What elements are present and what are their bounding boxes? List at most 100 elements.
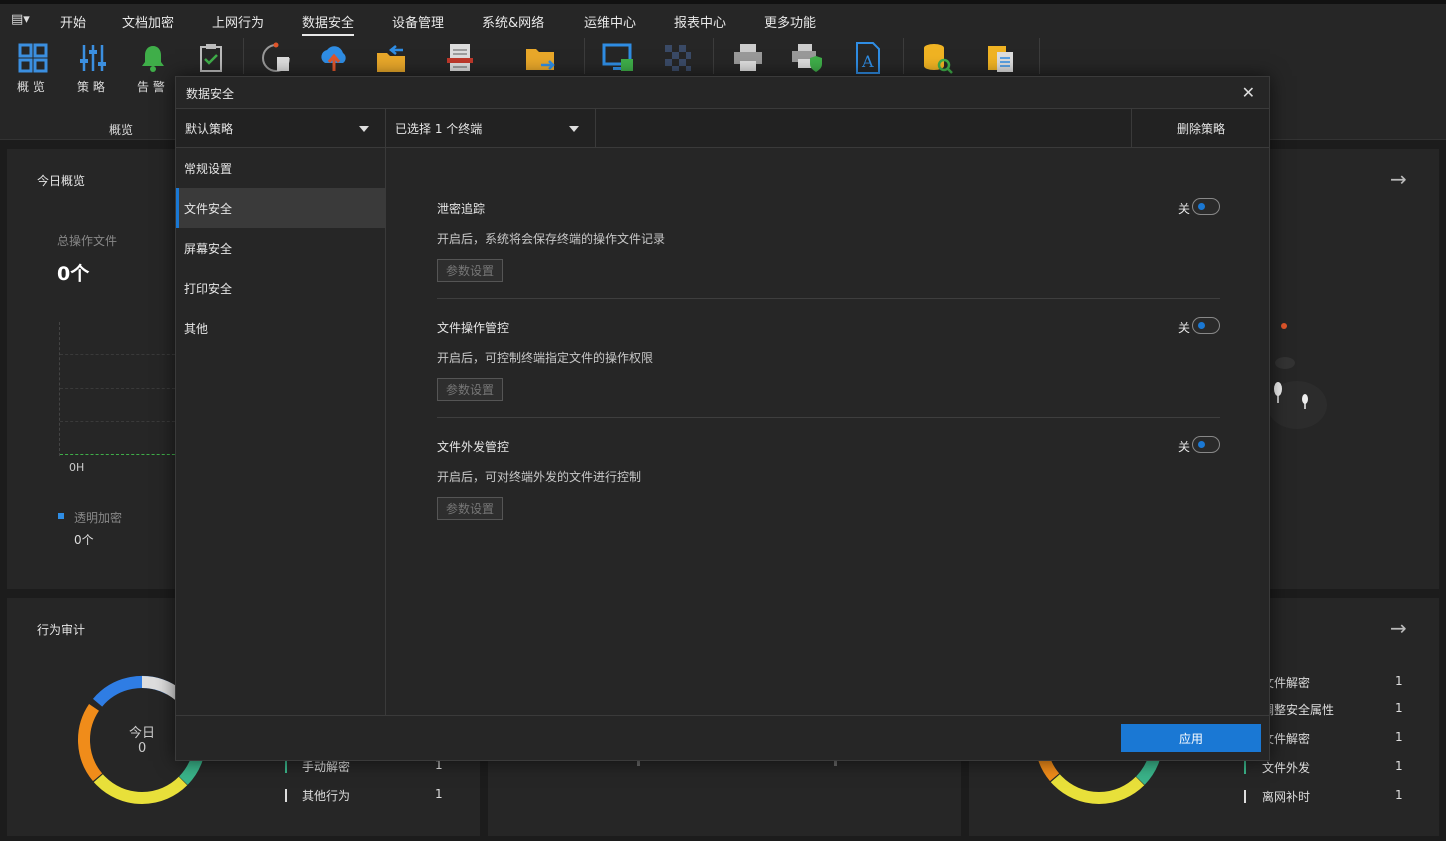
bell-icon	[142, 46, 164, 72]
leak-tracking-toggle[interactable]	[1192, 198, 1220, 215]
parameter-settings-button[interactable]: 参数设置	[437, 378, 504, 401]
policy-tool[interactable]	[73, 40, 113, 76]
menu-report-center[interactable]: 报表中心	[674, 12, 726, 31]
toggle-state-label: 关	[1177, 202, 1190, 216]
setting-title: 泄密追踪	[437, 202, 486, 216]
toggle-knob	[1198, 441, 1205, 448]
legend-marker	[58, 513, 64, 519]
menu-doc-encryption[interactable]: 文档加密	[122, 12, 174, 31]
app-menu-icon[interactable]: ▤▾	[11, 12, 30, 27]
document-tool[interactable]	[440, 40, 480, 76]
menu-device-management[interactable]: 设备管理	[392, 12, 444, 31]
sidebar-item-label: 其他	[184, 321, 209, 336]
setting-divider	[437, 298, 1220, 299]
close-icon[interactable]: ✕	[1242, 83, 1255, 102]
font-document-icon: A	[856, 42, 880, 74]
terminal-select-value: 已选择 1 个终端	[395, 121, 483, 136]
setting-description: 开启后，可控制终端指定文件的操作权限	[437, 351, 654, 365]
dialog-title: 数据安全	[186, 87, 235, 101]
list-item-marker	[285, 789, 287, 802]
chart-x-axis-label: 0H	[69, 461, 85, 474]
document-icon	[447, 44, 473, 71]
sidebar-item-screen-security[interactable]: 屏幕安全	[176, 228, 385, 268]
printer-shield-icon	[792, 44, 822, 72]
mosaic-tool[interactable]	[658, 40, 698, 76]
apply-button[interactable]: 应用	[1121, 724, 1261, 752]
file-outgoing-control-toggle[interactable]	[1192, 436, 1220, 453]
checklist-tool[interactable]	[191, 40, 231, 76]
delete-policy-label: 删除策略	[1176, 121, 1225, 136]
clipboard-check-icon	[200, 44, 222, 72]
sidebar-item-label: 屏幕安全	[184, 241, 233, 256]
policy-select-value: 默认策略	[185, 121, 234, 136]
screen-watermark-tool[interactable]	[598, 40, 638, 76]
toggle-state-label: 关	[1177, 440, 1190, 454]
list-item-count: 1	[1395, 701, 1403, 715]
dialog-header-bar: 默认策略 已选择 1 个终端 删除策略	[176, 108, 1269, 148]
list-item-name: 文件外发	[1262, 761, 1311, 775]
delete-policy-button[interactable]: 删除策略	[1131, 109, 1270, 147]
go-arrow-icon[interactable]: →	[1390, 167, 1407, 191]
list-item-name: 离网补时	[1262, 790, 1311, 804]
donut-center-label: 今日	[129, 726, 156, 741]
secure-printer-tool[interactable]	[787, 40, 827, 76]
toggle-knob	[1198, 322, 1205, 329]
sidebar-item-general[interactable]: 常规设置	[176, 148, 385, 188]
sync-tool[interactable]	[256, 40, 296, 76]
menu-ops-center[interactable]: 运维中心	[584, 12, 636, 31]
toolbar-separator	[903, 38, 904, 74]
toolbar-separator	[243, 38, 244, 74]
list-item-name: 调整安全属性	[1262, 703, 1335, 717]
policy-tool-label: 策 略	[77, 80, 105, 94]
policy-select[interactable]: 默认策略	[176, 109, 386, 147]
parameter-settings-button[interactable]: 参数设置	[437, 497, 504, 520]
list-item-count: 1	[1395, 788, 1403, 802]
menu-system-network[interactable]: 系统&网络	[482, 12, 544, 31]
alarm-tool[interactable]	[133, 40, 173, 76]
empty-illustration	[1267, 323, 1327, 429]
list-item-name: 其他行为	[302, 789, 351, 803]
setting-description: 开启后，可对终端外发的文件进行控制	[437, 470, 642, 484]
menu-start[interactable]: 开始	[60, 12, 86, 31]
setting-divider	[437, 417, 1220, 418]
overview-tool-label: 概 览	[17, 80, 45, 94]
sidebar-item-other[interactable]: 其他	[176, 308, 385, 348]
ribbon-group-label: 概览	[109, 123, 134, 137]
overview-tool[interactable]	[13, 40, 53, 76]
sidebar-item-label: 文件安全	[184, 201, 233, 216]
setting-title: 文件操作管控	[437, 321, 510, 335]
folder-return-tool[interactable]	[371, 40, 411, 76]
printer-icon	[734, 44, 762, 71]
behavior-audit-title: 行为审计	[37, 623, 86, 637]
cloud-upload-icon	[321, 46, 346, 71]
legend-value: 0个	[74, 533, 94, 547]
list-item-marker	[1244, 790, 1246, 803]
menu-more-functions[interactable]: 更多功能	[764, 12, 816, 31]
go-arrow-icon[interactable]: →	[1390, 616, 1407, 640]
font-tool[interactable]: A	[848, 40, 888, 76]
chart-gridline	[60, 388, 180, 389]
donut-center-value: 0	[138, 741, 147, 756]
sidebar-item-print-security[interactable]: 打印安全	[176, 268, 385, 308]
dialog-footer: 应用	[176, 715, 1269, 760]
monitor-image-icon	[602, 43, 633, 71]
toggle-state-label: 关	[1177, 321, 1190, 335]
data-security-dialog: 数据安全 ✕ 默认策略 已选择 1 个终端 删除策略 常规设置 文件安全 屏幕安…	[175, 76, 1270, 761]
cloud-upload-tool[interactable]	[314, 40, 354, 76]
setting-description: 开启后，系统将会保存终端的操作文件记录	[437, 232, 666, 246]
today-overview-title: 今日概览	[37, 174, 86, 188]
parameter-settings-button[interactable]: 参数设置	[437, 259, 504, 282]
menu-bar: ▤▾ 开始 文档加密 上网行为 数据安全 设备管理 系统&网络 运维中心 报表中…	[0, 0, 1446, 36]
sidebar-item-label: 常规设置	[184, 161, 233, 176]
folder-send-tool[interactable]	[520, 40, 560, 76]
menu-internet-behavior[interactable]: 上网行为	[212, 12, 264, 31]
menu-data-security[interactable]: 数据安全	[302, 12, 355, 36]
file-operation-control-toggle[interactable]	[1192, 317, 1220, 334]
database-search-tool[interactable]	[917, 40, 957, 76]
clipboard-document-tool[interactable]	[980, 40, 1020, 76]
sidebar-item-file-security[interactable]: 文件安全	[176, 188, 385, 228]
line-chart-area	[59, 322, 180, 456]
terminal-select[interactable]: 已选择 1 个终端	[386, 109, 596, 147]
total-files-label: 总操作文件	[57, 234, 118, 248]
printer-tool[interactable]	[728, 40, 768, 76]
